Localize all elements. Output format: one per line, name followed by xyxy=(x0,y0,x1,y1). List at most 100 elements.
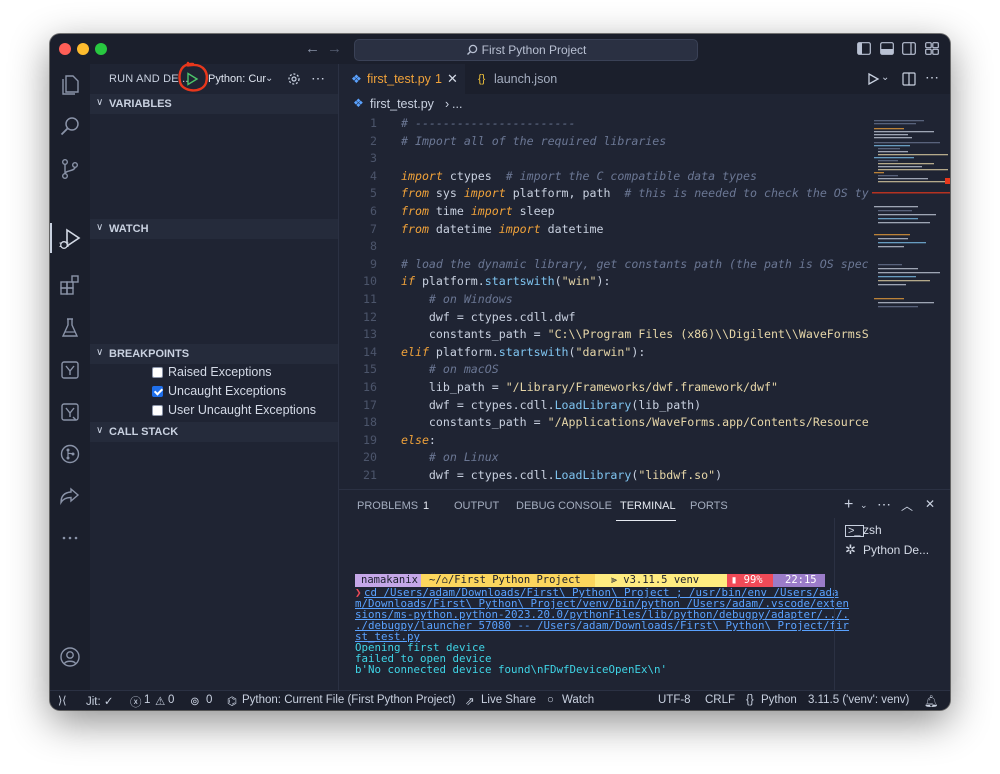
raised-exceptions-checkbox[interactable] xyxy=(152,367,163,378)
open-launch-json-gear-icon[interactable] xyxy=(287,72,301,86)
git-graph-icon[interactable] xyxy=(58,442,82,466)
launch-configuration-select[interactable]: Python: Cur xyxy=(208,73,266,85)
line-number[interactable]: 21 xyxy=(339,468,377,482)
customize-layout-icon[interactable] xyxy=(925,42,939,55)
tab-problems[interactable]: PROBLEMS xyxy=(357,500,418,512)
error-icon[interactable]: ⓧ xyxy=(130,694,142,710)
warning-icon[interactable]: ⚠ xyxy=(155,694,165,708)
search-view-icon[interactable] xyxy=(58,115,82,139)
minimap[interactable] xyxy=(872,114,950,488)
remote-explorer-icon[interactable] xyxy=(58,358,82,382)
python-interpreter[interactable]: 3.11.5 ('venv': venv) xyxy=(808,694,909,706)
tab-first-test-py[interactable]: ❖ first_test.py 1 ✕ xyxy=(339,64,465,94)
code-line[interactable]: 8 xyxy=(339,239,871,257)
eol-status[interactable]: CRLF xyxy=(705,694,735,706)
code-line[interactable]: 18 constants_path = "/Applications/WaveF… xyxy=(339,415,871,433)
remote-indicator-icon[interactable]: ⟩⟨ xyxy=(58,694,67,707)
source-control-icon[interactable] xyxy=(58,157,82,181)
close-panel-icon[interactable]: ✕ xyxy=(925,497,935,511)
code-line[interactable]: 11 # on Windows xyxy=(339,292,871,310)
tab-launch-json[interactable]: {} launch.json xyxy=(466,64,566,94)
tab-output[interactable]: OUTPUT xyxy=(454,500,499,512)
extensions-icon[interactable] xyxy=(58,273,82,297)
line-number[interactable]: 7 xyxy=(339,222,377,236)
chevron-down-icon[interactable]: ⌄ xyxy=(265,73,273,84)
command-center[interactable]: First Python Project xyxy=(354,39,698,61)
code-line[interactable]: 13 constants_path = "C:\\Program Files (… xyxy=(339,327,871,345)
line-number[interactable]: 13 xyxy=(339,327,377,341)
ports-icon[interactable]: ⊚ xyxy=(190,694,200,708)
code-line[interactable]: 14 elif platform.startswith("darwin"): xyxy=(339,345,871,363)
code-line[interactable]: 4 import ctypes # import the C compatible… xyxy=(339,169,871,187)
run-python-file-play-icon[interactable] xyxy=(866,72,880,86)
run-and-debug-icon[interactable] xyxy=(58,227,82,251)
chevron-down-icon[interactable]: ⌄ xyxy=(860,500,868,511)
terminal-output[interactable]: namakanix ~/⌂/First Python Project ⫸ v3.… xyxy=(355,540,849,710)
user-uncaught-exceptions-checkbox[interactable] xyxy=(152,405,163,416)
line-number[interactable]: 17 xyxy=(339,398,377,412)
explorer-icon[interactable] xyxy=(58,73,82,97)
line-number[interactable]: 2 xyxy=(339,134,377,148)
line-number[interactable]: 8 xyxy=(339,239,377,253)
code-line[interactable]: 6 from time import sleep xyxy=(339,204,871,222)
more-views-icon[interactable] xyxy=(58,526,82,550)
code-line[interactable]: 1 # ----------------------- xyxy=(339,116,871,134)
uncaught-exceptions-checkbox[interactable] xyxy=(152,386,163,397)
line-number[interactable]: 15 xyxy=(339,362,377,376)
code-line[interactable]: 9 # load the dynamic library, get constan… xyxy=(339,257,871,275)
code-line[interactable]: 17 dwf = ctypes.cdll.LoadLibrary(lib_pat… xyxy=(339,398,871,416)
testing-flask-icon[interactable] xyxy=(58,316,82,340)
code-line[interactable]: 5 from sys import platform, path # this i… xyxy=(339,186,871,204)
breadcrumb-more[interactable]: ... xyxy=(452,97,462,111)
terminal-zsh[interactable]: zsh xyxy=(863,523,882,537)
line-number[interactable]: 14 xyxy=(339,345,377,359)
watch-section-header[interactable]: ∨ WATCH xyxy=(90,219,338,239)
zoom-window-button[interactable] xyxy=(95,43,107,55)
split-editor-icon[interactable] xyxy=(902,72,916,86)
toggle-secondary-sidebar-icon[interactable] xyxy=(902,42,916,55)
code-line[interactable]: 7 from datetime import datetime xyxy=(339,222,871,240)
back-arrow-icon[interactable]: ← xyxy=(305,40,320,57)
close-tab-icon[interactable]: ✕ xyxy=(447,71,458,87)
chevron-down-icon[interactable]: ⌄ xyxy=(881,72,889,83)
line-number[interactable]: 5 xyxy=(339,186,377,200)
new-terminal-plus-icon[interactable]: + xyxy=(844,496,853,514)
line-number[interactable]: 4 xyxy=(339,169,377,183)
live-share-icon[interactable] xyxy=(58,484,82,508)
more-actions-icon[interactable]: ⋯ xyxy=(877,496,891,513)
code-line[interactable]: 16 lib_path = "/Library/Frameworks/dwf.f… xyxy=(339,380,871,398)
line-number[interactable]: 1 xyxy=(339,116,377,130)
maximize-panel-icon[interactable]: ︿ xyxy=(901,497,913,514)
line-number[interactable]: 16 xyxy=(339,380,377,394)
more-actions-icon[interactable]: ⋯ xyxy=(311,70,325,87)
watch-status[interactable]: Watch xyxy=(562,694,594,706)
code-line[interactable]: 2 # Import all of the required libraries xyxy=(339,134,871,152)
code-line[interactable]: 12 dwf = ctypes.cdll.dwf xyxy=(339,310,871,328)
line-number[interactable]: 6 xyxy=(339,204,377,218)
tab-ports[interactable]: PORTS xyxy=(690,500,728,512)
breakpoints-section-header[interactable]: ∨ BREAKPOINTS xyxy=(90,344,338,364)
terminal-python-debug[interactable]: Python De... xyxy=(863,543,929,557)
encoding-status[interactable]: UTF-8 xyxy=(658,694,691,706)
code-line[interactable]: 15 # on macOS xyxy=(339,362,871,380)
more-actions-icon[interactable]: ⋯ xyxy=(925,69,939,86)
jit-status[interactable]: Jit: ✓ xyxy=(86,694,114,708)
forward-arrow-icon[interactable]: → xyxy=(327,40,342,57)
line-number[interactable]: 19 xyxy=(339,433,377,447)
accounts-icon[interactable] xyxy=(58,645,82,669)
code-line[interactable]: 19 else: xyxy=(339,433,871,451)
line-number[interactable]: 3 xyxy=(339,151,377,165)
code-line[interactable]: 10 if platform.startswith("win"): xyxy=(339,274,871,292)
code-line[interactable]: 3 xyxy=(339,151,871,169)
code-line[interactable]: 21 dwf = ctypes.cdll.LoadLibrary("libdwf… xyxy=(339,468,871,486)
language-mode[interactable]: Python xyxy=(761,694,797,706)
line-number[interactable]: 10 xyxy=(339,274,377,288)
notifications-bell-icon[interactable]: 🔔︎ xyxy=(924,694,939,708)
line-number[interactable]: 18 xyxy=(339,415,377,429)
tab-debug-console[interactable]: DEBUG CONSOLE xyxy=(516,500,612,512)
breadcrumb-file[interactable]: first_test.py xyxy=(370,97,434,111)
toggle-panel-icon[interactable] xyxy=(880,42,894,55)
variables-section-header[interactable]: ∨ VARIABLES xyxy=(90,94,338,114)
line-number[interactable]: 20 xyxy=(339,450,377,464)
line-number[interactable]: 11 xyxy=(339,292,377,306)
